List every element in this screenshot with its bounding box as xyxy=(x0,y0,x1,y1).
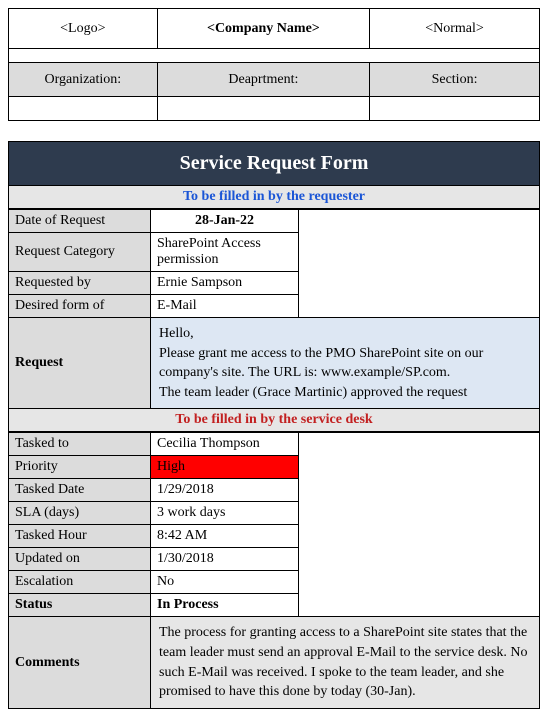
priority-value: High xyxy=(151,456,299,479)
tasked-date-label: Tasked Date xyxy=(9,479,151,502)
status-value: In Process xyxy=(151,594,299,617)
requested-by-label: Requested by xyxy=(9,272,151,295)
date-of-request-label: Date of Request xyxy=(9,210,151,233)
desired-form-label: Desired form of xyxy=(9,295,151,318)
organization-value xyxy=(9,97,158,121)
empty-right-2 xyxy=(299,433,540,617)
department-label: Deaprtment: xyxy=(157,63,369,97)
updated-on-value: 1/30/2018 xyxy=(151,548,299,571)
empty-right xyxy=(299,210,540,318)
sla-value: 3 work days xyxy=(151,502,299,525)
request-value: Hello,Please grant me access to the PMO … xyxy=(151,318,540,409)
comments-value: The process for granting access to a Sha… xyxy=(151,617,540,708)
letterhead-table: <Logo> <Company Name> <Normal> Organizat… xyxy=(8,8,540,121)
section-label: Section: xyxy=(370,63,540,97)
requester-table: Date of Request 28-Jan-22 Request Catego… xyxy=(8,209,540,409)
tasked-hour-label: Tasked Hour xyxy=(9,525,151,548)
section-value xyxy=(370,97,540,121)
spacer xyxy=(9,49,540,63)
tasked-hour-value: 8:42 AM xyxy=(151,525,299,548)
tasked-date-value: 1/29/2018 xyxy=(151,479,299,502)
tasked-to-label: Tasked to xyxy=(9,433,151,456)
request-category-label: Request Category xyxy=(9,233,151,272)
service-section-header: To be filled in by the service desk xyxy=(8,409,540,432)
sla-label: SLA (days) xyxy=(9,502,151,525)
tasked-to-value: Cecilia Thompson xyxy=(151,433,299,456)
form-title: Service Request Form xyxy=(8,141,540,186)
logo-cell: <Logo> xyxy=(9,9,158,49)
updated-on-label: Updated on xyxy=(9,548,151,571)
status-label: Status xyxy=(9,594,151,617)
priority-label: Priority xyxy=(9,456,151,479)
requested-by-value: Ernie Sampson xyxy=(151,272,299,295)
normal-cell: <Normal> xyxy=(370,9,540,49)
requester-section-header: To be filled in by the requester xyxy=(8,186,540,209)
company-name-cell: <Company Name> xyxy=(157,9,369,49)
organization-label: Organization: xyxy=(9,63,158,97)
request-category-value: SharePoint Access permission xyxy=(151,233,299,272)
escalation-label: Escalation xyxy=(9,571,151,594)
desired-form-value: E-Mail xyxy=(151,295,299,318)
department-value xyxy=(157,97,369,121)
escalation-value: No xyxy=(151,571,299,594)
service-table: Tasked to Cecilia Thompson Priority High… xyxy=(8,432,540,708)
comments-label: Comments xyxy=(9,617,151,708)
request-label: Request xyxy=(9,318,151,409)
date-of-request-value: 28-Jan-22 xyxy=(151,210,299,233)
